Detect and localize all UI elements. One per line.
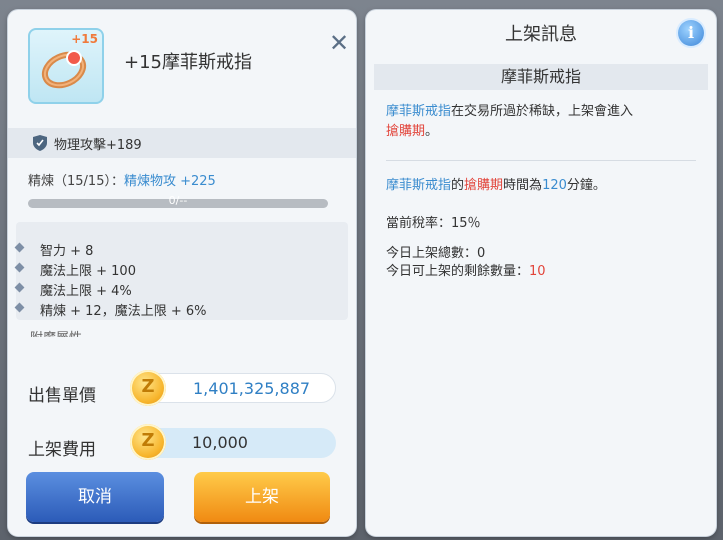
listing-fee-value: 10,000 [138,428,336,458]
refine-value: 精煉物攻 +225 [123,174,216,189]
listed-today-line: 今日上架總數：0 [386,246,486,261]
listing-info-panel: 上架訊息 i 摩菲斯戒指 摩菲斯戒指在交易所過於稀缺，上架會進入 搶購期。 摩菲… [366,10,716,536]
rush-period-text: 搶購期 [386,124,426,139]
attribute-item: 精煉 + 12，魔法上限 + 6% [14,300,206,320]
shield-icon [33,135,47,151]
refine-progress-bar: 0/-- [28,194,328,208]
item-title: +15摩菲斯戒指 [124,52,252,73]
zeny-coin-icon: Z [130,370,166,406]
attribute-item: 魔法上限 + 100 [14,260,206,280]
listing-fee-label: 上架費用 [28,440,96,460]
sell-price-input[interactable]: 1,401,325,887 [138,373,336,403]
refine-label: 精煉（15/15）： [28,174,124,189]
item-name-header: 摩菲斯戒指 [374,64,708,90]
list-button[interactable]: 上架 [194,472,330,522]
info-icon[interactable]: i [678,20,704,46]
remaining-listings-line: 今日可上架的剩餘數量：10 [386,264,546,279]
close-icon[interactable]: ✕ [326,30,352,56]
divider [386,160,696,161]
enchant-label: 附魔屬性 [30,327,82,337]
item-name-link: 摩菲斯戒指 [386,104,452,119]
refine-line: 精煉（15/15）：精煉物攻 +225 [28,170,216,189]
sell-price-label: 出售單價 [28,386,96,406]
main-stat-row: 物理攻擊+189 [8,128,356,158]
refine-badge: +15 [71,32,98,46]
cancel-button[interactable]: 取消 [26,472,164,522]
tax-rate-line: 當前稅率：15％ [386,216,481,231]
attribute-item: 智力 + 8 [14,240,206,260]
scarcity-notice: 摩菲斯戒指在交易所過於稀缺，上架會進入 搶購期。 [386,104,634,139]
zeny-coin-icon: Z [130,424,166,460]
rush-duration-text: 摩菲斯戒指的搶購期時間為120分鐘。 [386,178,606,193]
attribute-list: 智力 + 8 魔法上限 + 100 魔法上限 + 4% 精煉 + 12，魔法上限… [14,240,206,320]
main-stat-text: 物理攻擊+189 [54,138,142,153]
progress-label: 0/-- [168,194,188,207]
item-detail-panel: +15 +15摩菲斯戒指 ✕ 物理攻擊+189 精煉（15/15）：精煉物攻 +… [8,10,356,536]
attribute-item: 魔法上限 + 4% [14,280,206,300]
panel-title: 上架訊息 [505,24,577,45]
ring-item-icon[interactable]: +15 [28,28,104,104]
